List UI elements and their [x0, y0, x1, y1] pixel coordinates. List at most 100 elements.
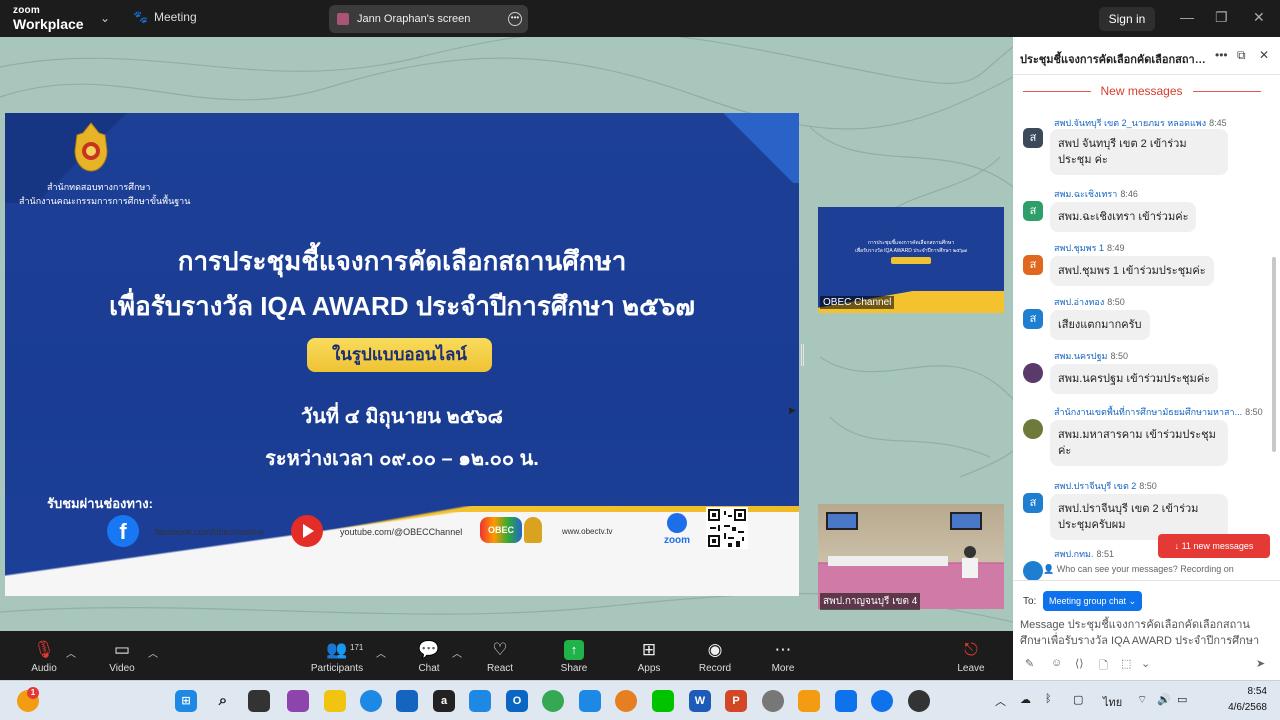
clock-date[interactable]: 4/6/2568: [1202, 702, 1267, 713]
format-icon[interactable]: ✎: [1025, 657, 1034, 670]
copilot-icon[interactable]: [287, 690, 309, 712]
chrome-icon[interactable]: [542, 690, 564, 712]
chevron-down-icon[interactable]: ⌄: [100, 11, 110, 25]
message-sender: สพม.นครปฐม 8:50: [1054, 349, 1128, 363]
file-explorer-icon[interactable]: [324, 690, 346, 712]
avatar[interactable]: ส: [1023, 255, 1043, 275]
record-button[interactable]: ◉ Record: [692, 631, 738, 680]
cloud-icon[interactable]: ☁: [1020, 693, 1031, 706]
avatar[interactable]: ส: [1023, 493, 1043, 513]
video-label: Video: [109, 663, 135, 674]
next-slide-icon[interactable]: ▶: [789, 405, 796, 416]
apps-label: Apps: [637, 663, 661, 674]
avatar[interactable]: [1023, 561, 1043, 581]
message-bubble[interactable]: เสียงแตกมากครับ: [1050, 310, 1150, 340]
dropbox-icon[interactable]: [469, 690, 491, 712]
facebook-url: facebook.com/obectvonline: [155, 527, 265, 537]
participants-count: 171: [350, 643, 364, 652]
chevron-up-icon[interactable]: ︿: [376, 645, 386, 660]
message-bubble[interactable]: สพป.ชุมพร 1 เข้าร่วมประชุมค่ะ: [1050, 256, 1214, 286]
chevron-down-icon[interactable]: ⌄: [1141, 657, 1150, 670]
emoji-icon[interactable]: ☺: [1051, 657, 1062, 669]
chat-label: Chat: [418, 663, 440, 674]
chevron-up-icon[interactable]: ︿: [148, 645, 158, 660]
settings-icon[interactable]: [762, 690, 784, 712]
panel-splitter-handle[interactable]: [801, 344, 804, 366]
avatar[interactable]: ส: [1023, 128, 1043, 148]
message-bubble[interactable]: สพป จันทบุรี เขต 2 เข้าร่วมประชุม ค่ะ: [1050, 129, 1228, 175]
firefox-icon[interactable]: [615, 690, 637, 712]
sender-name: สพม.ฉะเชิงเทรา: [1054, 189, 1118, 199]
more-label: More: [771, 663, 795, 674]
message-time: 8:49: [1106, 243, 1125, 253]
screen-share-pill[interactable]: Jann Oraphan's screen •••: [329, 5, 528, 33]
message-time: 8:50: [1245, 407, 1263, 417]
share-label: Share: [560, 663, 588, 674]
zoom-workplace-icon[interactable]: [835, 690, 857, 712]
share-button[interactable]: ↑ Share: [554, 631, 594, 680]
amazon-icon[interactable]: a: [433, 690, 455, 712]
chevron-up-icon[interactable]: ︿: [452, 645, 462, 660]
chat-header: ประชุมชี้แจงการคัดเลือกคัดเลือกสถานศึกษา…: [1013, 37, 1280, 75]
visibility-notice[interactable]: 👤 Who can see your messages? Recording o…: [1043, 564, 1234, 575]
video-button[interactable]: ▭ Video: [100, 631, 144, 680]
avatar[interactable]: [1023, 419, 1043, 439]
apps-button[interactable]: ⊞ Apps: [629, 631, 669, 680]
avatar[interactable]: ส: [1023, 201, 1043, 221]
share-label: Jann Oraphan's screen: [357, 13, 471, 25]
visibility-notice-text: Who can see your messages? Recording on: [1056, 564, 1234, 574]
message-input[interactable]: Message ประชุมชี้แจงการคัดเลือกคัดเลือกส…: [1020, 617, 1270, 649]
obec-channel-logo: OBEC: [480, 517, 522, 543]
app-icon[interactable]: [798, 690, 820, 712]
pop-out-icon[interactable]: ⧉: [1237, 48, 1246, 63]
language-indicator[interactable]: ไทย: [1103, 693, 1122, 711]
zoom-app-icon[interactable]: [871, 690, 893, 712]
start-menu-icon[interactable]: ⊞: [175, 690, 197, 712]
powerpoint-icon[interactable]: P: [725, 690, 747, 712]
avatar[interactable]: ส: [1023, 309, 1043, 329]
audio-button[interactable]: 🎙 Audio: [22, 631, 66, 680]
file-icon[interactable]: 🗋: [1099, 657, 1108, 676]
message-bubble[interactable]: สพม.นครปฐม เข้าร่วมประชุมค่ะ: [1050, 364, 1218, 394]
recipient-select[interactable]: Meeting group chat ⌄: [1043, 591, 1143, 611]
volume-icon[interactable]: 🔊: [1157, 693, 1171, 706]
message-time: 8:50: [1107, 297, 1125, 307]
react-button[interactable]: ♡ React: [480, 631, 520, 680]
screenshot-icon[interactable]: ⬚: [1121, 657, 1131, 670]
chat-scrollbar[interactable]: [1272, 257, 1276, 452]
app-icon[interactable]: [579, 690, 601, 712]
more-options-icon[interactable]: •••: [508, 12, 522, 26]
send-icon[interactable]: ➤: [1256, 657, 1265, 670]
meeting-info-button[interactable]: 🐾 Meeting: [133, 10, 197, 24]
clock-time[interactable]: 8:54: [1225, 686, 1267, 697]
more-button[interactable]: ⋯ More: [763, 631, 803, 680]
message-bubble[interactable]: สพม.มหาสารคาม เข้าร่วมประชุม ค่ะ: [1050, 420, 1228, 466]
edge-browser-icon[interactable]: [360, 690, 382, 712]
close-icon[interactable]: ✕: [1253, 9, 1265, 26]
close-icon[interactable]: ✕: [1259, 48, 1269, 62]
search-icon[interactable]: ⌕: [212, 690, 234, 712]
tray-icon[interactable]: ▢: [1073, 693, 1083, 706]
chevron-up-icon[interactable]: ︿: [66, 645, 76, 660]
participants-button[interactable]: 👥 Participants: [306, 631, 368, 680]
line-icon[interactable]: [652, 690, 674, 712]
message-bubble[interactable]: สพม.ฉะเชิงเทรา เข้าร่วมค่ะ: [1050, 202, 1197, 232]
new-messages-jump-button[interactable]: ↓ 11 new messages: [1158, 534, 1270, 558]
leave-button[interactable]: ⎋ Leave: [951, 631, 991, 680]
task-view-icon[interactable]: [248, 690, 270, 712]
code-icon[interactable]: ⟨⟩: [1075, 657, 1084, 670]
chevron-up-icon[interactable]: ︿: [995, 693, 1006, 709]
wifi-icon[interactable]: ⌔: [1137, 693, 1147, 707]
sign-in-button[interactable]: Sign in: [1099, 7, 1155, 31]
restore-icon[interactable]: ❐: [1215, 9, 1228, 26]
store-icon[interactable]: [396, 690, 418, 712]
chat-button[interactable]: 💬 Chat: [410, 631, 448, 680]
avatar[interactable]: [1023, 363, 1043, 383]
more-options-icon[interactable]: •••: [1215, 48, 1228, 62]
app-icon[interactable]: [908, 690, 930, 712]
battery-icon[interactable]: ▭: [1177, 693, 1187, 706]
outlook-icon[interactable]: O: [506, 690, 528, 712]
bluetooth-icon[interactable]: ᛒ: [1045, 693, 1052, 705]
minimize-icon[interactable]: —: [1180, 9, 1194, 25]
word-icon[interactable]: W: [689, 690, 711, 712]
